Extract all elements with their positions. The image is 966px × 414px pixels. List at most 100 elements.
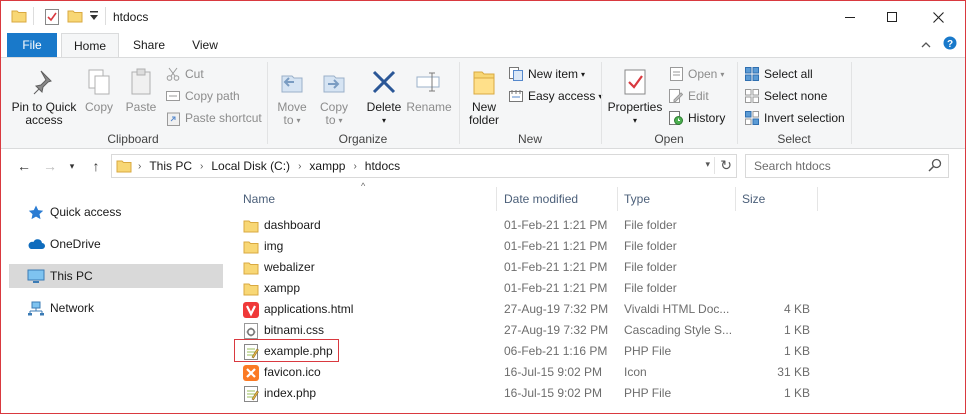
ribbon-tabs: File Home Share View ? [1, 33, 965, 58]
paste-icon [125, 66, 157, 98]
star-icon [27, 204, 45, 220]
column-header-size[interactable]: Size [736, 187, 818, 211]
easy-access-button[interactable]: Easy access ▾ [508, 86, 602, 106]
file-name-cell[interactable]: dashboard [243, 215, 493, 236]
pin-to-quick-access-button[interactable]: Pin to Quick access [7, 66, 81, 127]
copy-to-button[interactable]: Copy to ▾ [316, 66, 352, 127]
forward-button[interactable]: → [41, 157, 59, 175]
file-name-cell[interactable]: applications.html [243, 299, 493, 320]
properties-icon [619, 66, 651, 98]
nav-item-network[interactable]: Network [9, 296, 223, 320]
delete-button[interactable]: Delete ▾ [364, 66, 404, 127]
address-dropdown-icon[interactable]: ▾ [705, 159, 710, 170]
folder-file-icon [243, 260, 259, 276]
file-name-cell[interactable]: img [243, 236, 493, 257]
dropdown-arrow-icon: ▾ [338, 116, 343, 125]
paste-shortcut-button[interactable]: Paste shortcut [165, 108, 262, 128]
maximize-button[interactable] [869, 1, 915, 33]
copy-button[interactable]: Copy [81, 66, 117, 114]
open-icon [668, 66, 684, 82]
file-row[interactable]: applications.html 27-Aug-19 7:32 PM Vivald… [237, 299, 817, 320]
open-group: Properties ▾ Open ▾ Edit History Open [602, 58, 736, 148]
tab-view[interactable]: View [183, 33, 227, 57]
search-input[interactable] [754, 156, 924, 176]
new-folder-button[interactable]: New folder [464, 66, 504, 127]
tab-file[interactable]: File [7, 33, 57, 57]
new-item-button[interactable]: New item ▾ [508, 64, 585, 84]
file-name-cell[interactable]: favicon.ico [243, 362, 493, 383]
file-row[interactable]: webalizer 01-Feb-21 1:21 PM File folder [237, 257, 817, 278]
properties-button[interactable]: Properties ▾ [606, 66, 664, 127]
file-type: File folder [624, 260, 677, 274]
xampp-file-icon [243, 364, 259, 381]
move-to-button[interactable]: Move to ▾ [274, 66, 310, 127]
dropdown-arrow-icon: ▾ [720, 69, 725, 79]
breadcrumb-this-pc[interactable]: This PC [149, 159, 192, 173]
new-group-label: New [517, 132, 542, 146]
tab-home[interactable]: Home [61, 33, 119, 58]
file-row[interactable]: xampp 01-Feb-21 1:21 PM File folder [237, 278, 817, 299]
new-folder-icon [468, 66, 500, 98]
column-header-type[interactable]: Type [618, 187, 736, 211]
customize-toolbar-icon[interactable] [89, 10, 99, 25]
breadcrumb-htdocs[interactable]: htdocs [365, 159, 400, 173]
properties-check-icon[interactable] [45, 9, 59, 28]
dropdown-arrow-icon: ▾ [381, 116, 386, 125]
ribbon: Pin to Quick access Copy Paste Cut Copy … [1, 57, 965, 149]
folder-file-icon [243, 218, 259, 234]
edit-button[interactable]: Edit [668, 86, 709, 106]
clipboard-group: Pin to Quick access Copy Paste Cut Copy … [1, 58, 265, 148]
file-date: 06-Feb-21 1:16 PM [504, 344, 608, 358]
file-date: 01-Feb-21 1:21 PM [504, 218, 608, 232]
file-date: 01-Feb-21 1:21 PM [504, 281, 608, 295]
file-name: applications.html [264, 302, 354, 316]
file-row[interactable]: index.php 16-Jul-15 9:02 PM PHP File 1 KB [237, 383, 817, 404]
minimize-button[interactable] [827, 1, 873, 33]
navigation-bar: ← → ▾ ↑ › This PC › Local Disk (C:) › xa… [1, 149, 965, 183]
up-button[interactable]: ↑ [87, 157, 105, 175]
nav-item-this-pc[interactable]: This PC [9, 264, 223, 288]
file-size [742, 257, 810, 278]
back-button[interactable]: ← [15, 157, 33, 175]
highlight-annotation [234, 339, 339, 362]
history-button[interactable]: History [668, 108, 725, 128]
file-row[interactable]: favicon.ico 16-Jul-15 9:02 PM Icon 31 KB [237, 362, 817, 383]
help-icon[interactable]: ? [943, 36, 957, 53]
open-button[interactable]: Open ▾ [668, 64, 724, 84]
breadcrumb-local-disk[interactable]: Local Disk (C:) [211, 159, 290, 173]
file-row[interactable]: img 01-Feb-21 1:21 PM File folder [237, 236, 817, 257]
file-type: PHP File [624, 386, 672, 400]
folder-file-icon [243, 281, 259, 297]
select-all-button[interactable]: Select all [744, 64, 813, 84]
file-row[interactable]: bitnami.css 27-Aug-19 7:32 PM Cascading St… [237, 320, 817, 341]
rename-button[interactable]: Rename [406, 66, 452, 114]
file-name-cell[interactable]: index.php [243, 383, 493, 404]
tab-share[interactable]: Share [125, 33, 173, 57]
cut-label: Cut [185, 67, 204, 81]
clipboard-group-label: Clipboard [107, 132, 159, 146]
search-box[interactable] [745, 154, 949, 178]
new-folder-icon[interactable] [67, 9, 83, 26]
select-none-button[interactable]: Select none [744, 86, 827, 106]
nav-item-onedrive[interactable]: OneDrive [9, 232, 223, 256]
cut-button[interactable]: Cut [165, 64, 204, 84]
file-type: PHP File [624, 344, 672, 358]
invert-selection-button[interactable]: Invert selection [744, 108, 845, 128]
close-button[interactable] [915, 1, 961, 33]
column-header-name[interactable]: Name [237, 187, 497, 211]
copy-path-button[interactable]: Copy path [165, 86, 240, 106]
file-name-cell[interactable]: bitnami.css [243, 320, 493, 341]
rename-label: Rename [406, 100, 452, 114]
column-header-date[interactable]: Date modified [498, 187, 618, 211]
nav-item-quick-access[interactable]: Quick access [9, 200, 223, 224]
paste-button[interactable]: Paste [121, 66, 161, 114]
scissors-icon [165, 66, 181, 82]
breadcrumb-xampp[interactable]: xampp [309, 159, 345, 173]
collapse-ribbon-icon[interactable] [921, 38, 931, 52]
file-name-cell[interactable]: xampp [243, 278, 493, 299]
address-bar[interactable]: › This PC › Local Disk (C:) › xampp › ht… [111, 154, 737, 178]
refresh-icon[interactable]: ↻ [714, 157, 732, 174]
file-name-cell[interactable]: webalizer [243, 257, 493, 278]
file-row[interactable]: dashboard 01-Feb-21 1:21 PM File folder [237, 215, 817, 236]
recent-locations-button[interactable]: ▾ [63, 157, 81, 175]
